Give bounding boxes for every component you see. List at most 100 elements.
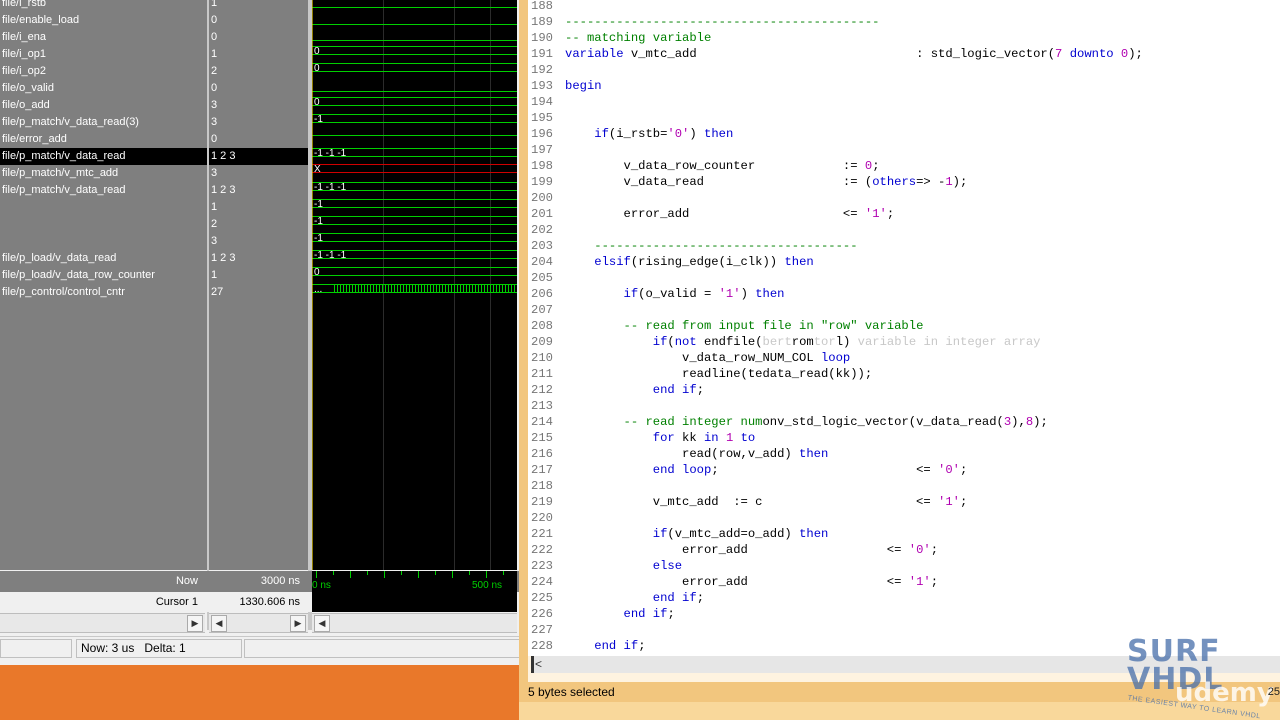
signal-value-row[interactable]: 2 xyxy=(209,63,308,80)
signal-name-row[interactable]: file/i_op1 xyxy=(0,46,207,63)
code-line[interactable]: 191 variable v_mtc_add : std_logic_vector… xyxy=(531,46,1143,62)
code-line[interactable]: 198 v_data_row_counter := 0; xyxy=(531,158,880,174)
scroll-left-button[interactable]: ◀ xyxy=(211,615,227,632)
cursor-line[interactable] xyxy=(312,0,313,570)
scroll-left-icon[interactable]: < xyxy=(535,656,542,673)
axis-start-label: 0 ns xyxy=(312,580,331,591)
signal-name: file/enable_load xyxy=(2,14,80,26)
signal-name-row[interactable]: file/o_valid xyxy=(0,80,207,97)
code-line[interactable]: 223 else xyxy=(531,558,682,574)
code-line[interactable]: 213 xyxy=(531,398,565,414)
code-line[interactable]: 215 for kk in 1 to xyxy=(531,430,755,446)
signal-name-row[interactable]: file/enable_load xyxy=(0,12,207,29)
signal-name-row[interactable]: file/p_match/v_data_read(3) xyxy=(0,114,207,131)
signal-value-row[interactable]: 3 xyxy=(209,97,308,114)
time-axis[interactable]: 0 ns 500 ns xyxy=(312,571,517,592)
signal-trace xyxy=(312,24,517,25)
code-line[interactable]: 221 if(v_mtc_add=o_add) then xyxy=(531,526,828,542)
code-line[interactable]: 196 if(i_rstb='0') then xyxy=(531,126,733,142)
signal-name-row[interactable]: file/i_rstb xyxy=(0,0,207,12)
code-line[interactable]: 214 -- read integer numonv_std_logic_vec… xyxy=(531,414,1048,430)
signal-name-pane[interactable]: file/i_rstb file/enable_load file/i_enafil… xyxy=(0,0,207,570)
code-line[interactable]: 202 xyxy=(531,222,565,238)
signal-name-row[interactable]: file/p_match/v_data_read xyxy=(0,148,207,165)
signal-value-row[interactable]: 0 xyxy=(209,131,308,148)
signal-value-row[interactable]: 1 xyxy=(209,199,308,216)
code-line[interactable]: 208 -- read from input file in "row" var… xyxy=(531,318,923,334)
signal-name-row[interactable]: file/error_add xyxy=(0,131,207,148)
signal-value-pane[interactable]: 1 0 0 1 2 0 3 3 0 1 2 3 3 1 2 3 1 2 3 1 2 3 1 27 xyxy=(209,0,308,570)
code-text: begin xyxy=(565,79,602,93)
code-line[interactable]: 192 xyxy=(531,62,565,78)
code-line[interactable]: 195 xyxy=(531,110,565,126)
signal-name-row[interactable]: file/i_ena xyxy=(0,29,207,46)
signal-value-row[interactable]: 1 xyxy=(209,0,308,12)
signal-value-row[interactable]: 0 xyxy=(209,29,308,46)
signal-name-row[interactable]: file/p_load/v_data_read xyxy=(0,250,207,267)
code-line[interactable]: 211 readline(tedata_read(kk)); xyxy=(531,366,872,382)
signal-name-row[interactable] xyxy=(0,233,207,250)
cursor-track[interactable] xyxy=(312,592,517,612)
code-line[interactable]: 205 xyxy=(531,270,565,286)
signal-value-row[interactable]: 0 xyxy=(209,12,308,29)
signal-value-row[interactable]: 0 xyxy=(209,80,308,97)
code-line[interactable]: 200 xyxy=(531,190,565,206)
signal-value-row[interactable]: 2 xyxy=(209,216,308,233)
code-line[interactable]: 203 ------------------------------------ xyxy=(531,238,858,254)
waveform-pane[interactable]: 0 0 0 -1 -1 -1 -1 X -1 -1 -1 -1 -1 -1 -1 -1 -1 0... xyxy=(312,0,517,570)
signal-name-row[interactable]: file/i_op2 xyxy=(0,63,207,80)
signal-name-row[interactable]: file/p_match/v_data_read xyxy=(0,182,207,199)
code-line[interactable]: 216 read(row,v_add) then xyxy=(531,446,828,462)
signal-name: file/i_ena xyxy=(2,31,47,43)
signal-pane-scrollbar[interactable]: ▶ xyxy=(0,613,205,633)
signal-name-row[interactable] xyxy=(0,199,207,216)
code-line[interactable]: 225 end if; xyxy=(531,590,704,606)
wave-pane-scrollbar[interactable]: ◀ xyxy=(312,613,517,633)
signal-name-row[interactable]: file/o_add xyxy=(0,97,207,114)
signal-value-row[interactable]: 1 2 3 xyxy=(209,148,308,165)
code-line[interactable]: 207 xyxy=(531,302,565,318)
code-line[interactable]: 189 -------------------------------------… xyxy=(531,14,880,30)
code-line[interactable]: 201 error_add <= '1'; xyxy=(531,206,894,222)
code-line[interactable]: 218 xyxy=(531,478,565,494)
code-line[interactable]: 222 error_add <= '0'; xyxy=(531,542,938,558)
code-line[interactable]: 199 v_data_read := (others=> -1); xyxy=(531,174,967,190)
code-line[interactable]: 204 elsif(rising_edge(i_clk)) then xyxy=(531,254,814,270)
code-line[interactable]: 206 if(o_valid = '1') then xyxy=(531,286,784,302)
signal-value-row[interactable]: 1 xyxy=(209,46,308,63)
code-line[interactable]: 226 end if; xyxy=(531,606,675,622)
code-line[interactable]: 190 -- matching variable xyxy=(531,30,711,46)
signal-value-row[interactable]: 1 2 3 xyxy=(209,182,308,199)
signal-trace xyxy=(312,172,517,173)
signal-value-row[interactable]: 1 xyxy=(209,267,308,284)
signal-name-row[interactable] xyxy=(0,216,207,233)
signal-name-row[interactable]: file/p_control/control_cntr xyxy=(0,284,207,301)
signal-value-row[interactable]: 3 xyxy=(209,114,308,131)
code-line[interactable]: 197 xyxy=(531,142,565,158)
scroll-right-button[interactable]: ▶ xyxy=(290,615,306,632)
code-line[interactable]: 188 xyxy=(531,0,565,14)
signal-name: file/p_load/v_data_row_counter xyxy=(2,269,155,281)
scroll-right-button[interactable]: ▶ xyxy=(187,615,203,632)
signal-name-row[interactable]: file/p_match/v_mtc_add xyxy=(0,165,207,182)
code-line[interactable]: 219 v_mtc_add := c <= '1'; xyxy=(531,494,967,510)
signal-value-row[interactable]: 1 2 3 xyxy=(209,250,308,267)
signal-name-row[interactable]: file/p_load/v_data_row_counter xyxy=(0,267,207,284)
code-line[interactable]: 194 xyxy=(531,94,565,110)
code-editor[interactable]: 188 189 ----------------------------------… xyxy=(531,0,1280,656)
code-line[interactable]: 212 end if; xyxy=(531,382,704,398)
scroll-left-button[interactable]: ◀ xyxy=(314,615,330,632)
line-number: 224 xyxy=(531,575,553,589)
code-line[interactable]: 209 if(not endfile(bertromtorl) variable… xyxy=(531,334,1040,350)
signal-value-row[interactable]: 27 xyxy=(209,284,308,301)
code-line[interactable]: 227 xyxy=(531,622,565,638)
code-line[interactable]: 217 end loop; <= '0'; xyxy=(531,462,967,478)
code-line[interactable]: 193 begin xyxy=(531,78,602,94)
code-line[interactable]: 210 v_data_row_NUM_COL loop xyxy=(531,350,850,366)
code-line[interactable]: 224 error_add <= '1'; xyxy=(531,574,938,590)
code-line[interactable]: 228 end if; xyxy=(531,638,646,654)
code-line[interactable]: 220 xyxy=(531,510,565,526)
signal-value-row[interactable]: 3 xyxy=(209,165,308,182)
signal-value-row[interactable]: 3 xyxy=(209,233,308,250)
value-pane-scrollbar[interactable]: ◀ ▶ xyxy=(209,613,308,633)
